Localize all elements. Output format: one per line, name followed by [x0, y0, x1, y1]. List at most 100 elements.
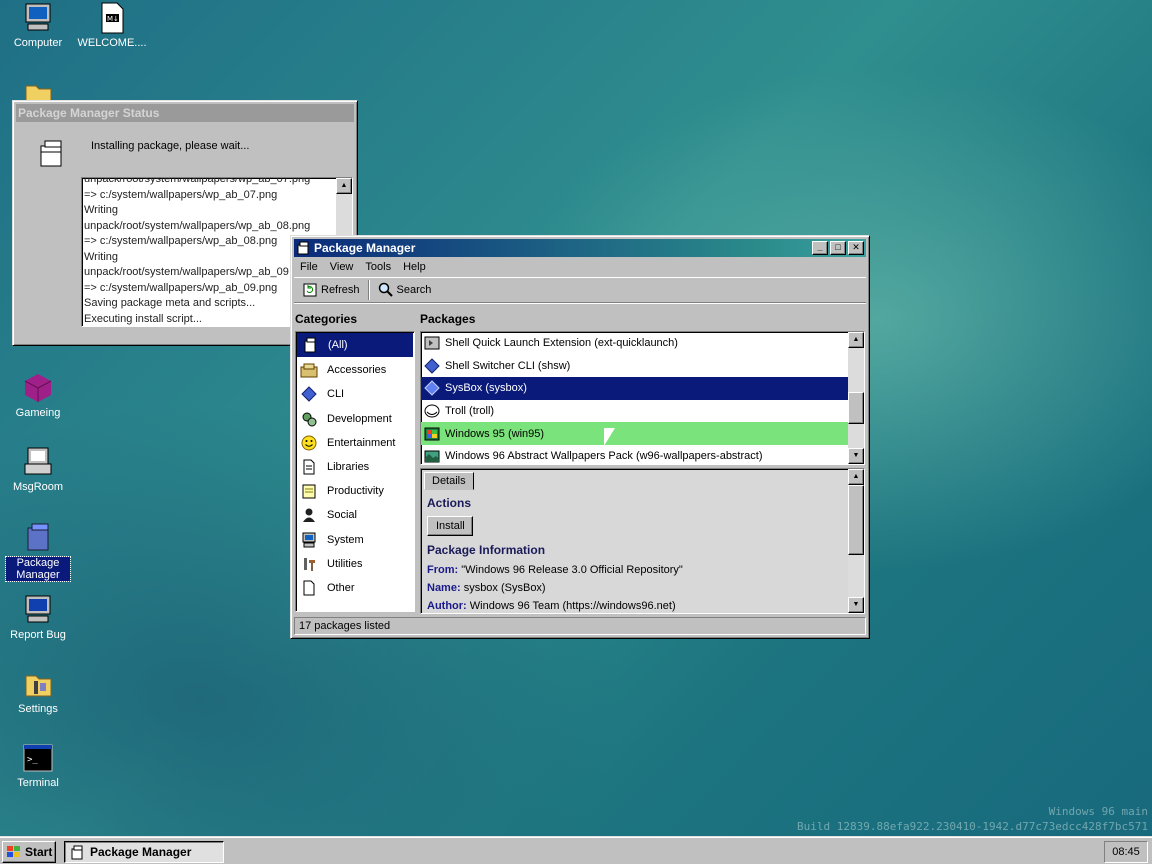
development-icon — [300, 410, 318, 428]
package-icon — [296, 241, 310, 255]
desktop-icon-gameing[interactable]: Gameing — [0, 372, 76, 419]
computer-icon — [300, 531, 318, 549]
status-titlebar[interactable]: Package Manager Status — [16, 104, 354, 122]
category-item-social[interactable]: Social — [296, 503, 414, 527]
package-item-selected[interactable]: SysBox (sysbox) — [421, 377, 848, 400]
log-line: Writing — [84, 204, 119, 216]
taskbar-item-package-manager[interactable]: Package Manager — [64, 841, 224, 863]
category-item-utilities[interactable]: Utilities — [296, 552, 414, 576]
category-item-entertainment[interactable]: Entertainment — [296, 431, 414, 455]
package-label: Troll (troll) — [445, 405, 495, 418]
desktop-icon-settings[interactable]: Settings — [0, 668, 76, 715]
tab-details[interactable]: Details — [424, 472, 474, 490]
scroll-up-button[interactable]: ▲ — [848, 332, 864, 348]
info-key: From: — [427, 564, 459, 576]
details-scrollbar[interactable]: ▲ ▼ — [848, 469, 864, 613]
category-item-accessories[interactable]: Accessories — [296, 358, 414, 382]
svg-text:>_: >_ — [27, 755, 38, 765]
refresh-button[interactable]: Refresh — [298, 280, 364, 300]
menu-file[interactable]: File — [300, 261, 318, 273]
diamond-icon — [424, 358, 440, 374]
category-item-system[interactable]: System — [296, 528, 414, 552]
troll-face-icon — [424, 403, 440, 419]
category-item-other[interactable]: Other — [296, 576, 414, 600]
info-value: "Windows 96 Release 3.0 Official Reposit… — [461, 564, 683, 576]
desktop-icon-welcome[interactable]: M↓ WELCOME.... — [74, 2, 150, 49]
status-window-title: Package Manager Status — [18, 106, 160, 120]
menu-view[interactable]: View — [330, 261, 354, 273]
packages-header: Packages — [420, 312, 476, 326]
clock[interactable]: 08:45 — [1104, 841, 1148, 863]
categories-header: Categories — [295, 312, 358, 326]
win95-icon — [424, 426, 440, 442]
desktop-icon-label: Terminal — [17, 777, 59, 789]
minimize-button[interactable]: _ — [812, 241, 828, 255]
category-label: Social — [327, 509, 357, 522]
scroll-thumb[interactable] — [848, 485, 864, 555]
scroll-up-button[interactable]: ▲ — [848, 469, 864, 485]
package-label: Windows 95 (win95) — [445, 427, 545, 440]
menu-tools[interactable]: Tools — [365, 261, 391, 273]
category-item-all[interactable]: (All) — [297, 333, 413, 358]
package-icon — [35, 138, 67, 170]
desktop-icon-msgroom[interactable]: MsgRoom — [0, 446, 76, 493]
maximize-button[interactable]: □ — [830, 241, 846, 255]
package-label: Windows 96 Abstract Wallpapers Pack (w96… — [445, 450, 763, 463]
desktop-icon-terminal[interactable]: >_ Terminal — [0, 742, 76, 789]
status-message: Installing package, please wait... — [91, 140, 250, 152]
cube-icon — [22, 372, 54, 404]
category-item-productivity[interactable]: Productivity — [296, 479, 414, 503]
search-button[interactable]: Search — [374, 280, 436, 300]
scroll-up-button[interactable]: ▲ — [336, 178, 352, 194]
wallpaper-icon — [424, 448, 440, 464]
pm-titlebar[interactable]: Package Manager _ □ ✕ — [294, 239, 866, 257]
msgroom-icon — [22, 446, 54, 478]
desktop-icon-report-bug[interactable]: Report Bug — [0, 594, 76, 641]
desktop-icon-label: Gameing — [15, 407, 61, 419]
category-label: Other — [327, 581, 355, 594]
build-watermark: Windows 96 main Build 12839.88efa922.230… — [797, 804, 1148, 834]
search-label: Search — [396, 284, 432, 296]
desktop-icon-label: MsgRoom — [12, 481, 64, 493]
notepad-icon — [300, 482, 318, 500]
menu-help[interactable]: Help — [403, 261, 426, 273]
windows-logo-icon — [6, 845, 22, 859]
package-item[interactable]: Shell Switcher CLI (shsw) — [421, 355, 848, 378]
people-icon — [300, 506, 318, 524]
package-item[interactable]: Troll (troll) — [421, 400, 848, 423]
scroll-thumb[interactable] — [848, 392, 864, 424]
log-line: => c:/system/wallpapers/wp_ab_07.png — [84, 188, 278, 201]
start-label: Start — [25, 845, 53, 859]
category-item-development[interactable]: Development — [296, 407, 414, 431]
category-item-cli[interactable]: CLI — [296, 382, 414, 406]
scroll-down-button[interactable]: ▼ — [848, 448, 864, 464]
package-item[interactable]: Shell Quick Launch Extension (ext-quickl… — [421, 332, 848, 355]
report-bug-icon — [22, 594, 54, 626]
install-button[interactable]: Install — [427, 516, 473, 536]
refresh-icon — [302, 282, 318, 298]
scroll-down-button[interactable]: ▼ — [848, 597, 864, 613]
desktop-icon-label: WELCOME.... — [77, 37, 147, 49]
taskbar: Start Package Manager 08:45 — [0, 836, 1152, 864]
package-info-header: Package Information — [427, 543, 546, 557]
package-item[interactable]: Windows 96 Abstract Wallpapers Pack (w96… — [421, 445, 848, 464]
document-icon — [300, 458, 318, 476]
pm-window-title: Package Manager — [314, 241, 416, 255]
category-item-libraries[interactable]: Libraries — [296, 455, 414, 479]
category-list[interactable]: (All) Accessories CLI Development Entert… — [295, 331, 415, 612]
start-button[interactable]: Start — [2, 841, 56, 863]
desktop-icon-computer[interactable]: Computer — [0, 2, 76, 49]
category-label: Utilities — [327, 557, 363, 570]
package-list[interactable]: Shell Quick Launch Extension (ext-quickl… — [420, 331, 865, 465]
info-key: Author: — [427, 600, 467, 612]
desktop-icon-label: Computer — [13, 37, 63, 49]
status-bar: 17 packages listed — [294, 617, 866, 635]
info-value: Windows 96 Team (https://windows96.net) — [469, 600, 676, 612]
package-icon — [301, 336, 319, 354]
desktop-icon-package-manager[interactable]: Package Manager — [0, 522, 76, 582]
close-button[interactable]: ✕ — [848, 241, 864, 255]
watermark-line: Build 12839.88efa922.230410-1942.d77c73e… — [797, 820, 1148, 833]
package-item-hovered[interactable]: Windows 95 (win95) — [421, 422, 848, 445]
category-label: CLI — [327, 388, 345, 401]
package-list-scrollbar[interactable]: ▲ ▼ — [848, 332, 864, 464]
